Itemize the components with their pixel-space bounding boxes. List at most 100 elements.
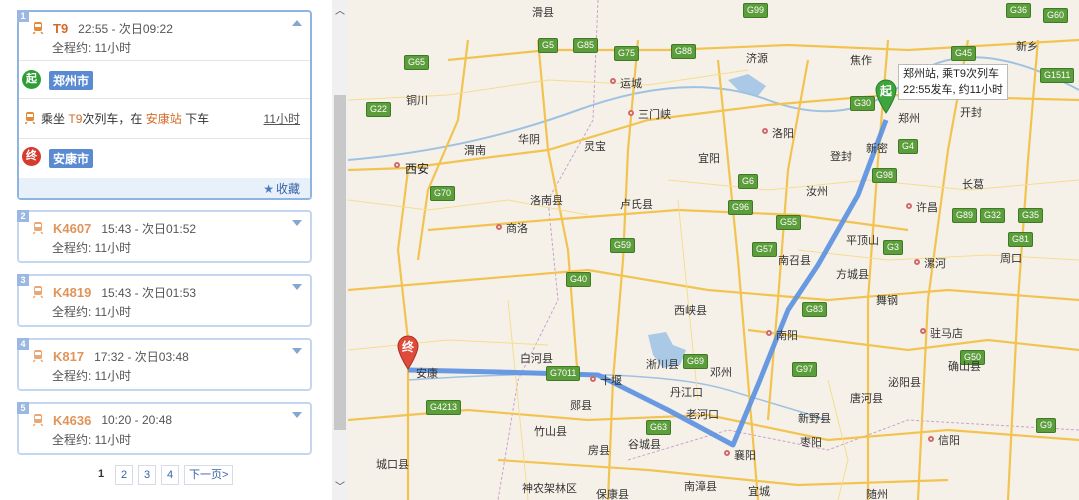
city-label[interactable]: 洛南县 [530,192,563,208]
city-label[interactable]: 登封 [830,148,852,164]
ride-duration-link[interactable]: 11小时 [264,110,300,127]
city-label[interactable]: 三门峡 [638,106,671,122]
page-2[interactable]: 2 [115,465,133,485]
train-number[interactable]: K4607 [53,221,91,236]
city-label[interactable]: 神农架林区 [522,480,577,496]
city-label[interactable]: 驻马店 [930,325,963,341]
city-label[interactable]: 新野县 [798,410,831,426]
train-number[interactable]: K4819 [53,285,91,300]
tooltip-line-2: 22:55发车, 约11小时 [903,84,1004,96]
route-line [407,119,889,448]
city-label[interactable]: 焦作 [850,52,872,68]
page-4[interactable]: 4 [161,465,179,485]
city-label[interactable]: 许昌 [916,199,938,215]
city-label[interactable]: 郧县 [570,397,592,413]
city-label[interactable]: 汝州 [806,183,828,199]
city-label[interactable]: 宜城 [748,483,770,499]
next-page-button[interactable]: 下一页> [184,465,234,485]
scroll-up-icon[interactable]: ︿ [334,6,346,18]
pagination: 1 2 3 4 下一页> [92,465,234,485]
expand-arrow-icon[interactable] [292,284,302,290]
page-3[interactable]: 3 [138,465,156,485]
city-label[interactable]: 确山县 [948,358,981,374]
train-number[interactable]: T9 [53,21,68,36]
highway-shield: G4213 [426,400,462,415]
train-number[interactable]: K817 [53,349,84,364]
expand-arrow-icon[interactable] [292,348,302,354]
city-label[interactable]: 铜川 [406,92,428,108]
city-dot [590,376,596,382]
start-city-tag[interactable]: 郑州市 [49,71,94,90]
city-label[interactable]: 西峡县 [674,302,707,318]
city-label[interactable]: 淅川县 [646,356,679,372]
city-label[interactable]: 南阳 [776,327,798,343]
favorite-button[interactable]: ★ 收藏 [263,180,300,197]
city-label[interactable]: 运城 [620,75,642,91]
city-label[interactable]: 周口 [1000,250,1022,266]
city-label[interactable]: 十堰 [600,372,622,388]
city-label[interactable]: 舞钢 [876,292,898,308]
route-card-2[interactable]: 2 K4607 15:43 - 次日01:52 全程约: 11小时 [17,210,312,263]
route-card-5[interactable]: 5 K4636 10:20 - 20:48 全程约: 11小时 [17,402,312,455]
highway-shield: G97 [792,362,818,377]
city-label[interactable]: 竹山县 [534,423,567,439]
city-label[interactable]: 卢氏县 [620,196,653,212]
city-label[interactable]: 房县 [588,442,610,458]
end-marker-label: 终 [402,340,415,354]
city-label[interactable]: 长葛 [962,176,984,192]
city-label[interactable]: 白河县 [520,350,553,366]
highway-shield: G1511 [1040,68,1075,83]
city-label[interactable]: 泌阳县 [888,374,921,390]
city-label[interactable]: 随州 [866,486,888,500]
highway-shield: G59 [610,238,636,253]
city-label[interactable]: 济源 [746,50,768,66]
city-label[interactable]: 华阴 [518,131,540,147]
city-label[interactable]: 保康县 [596,486,629,500]
city-label[interactable]: 滑县 [532,4,554,20]
highway-shield: G35 [1018,208,1044,223]
city-label[interactable]: 信阳 [938,432,960,448]
route-duration: 全程约: 11小时 [52,369,132,383]
map-view[interactable]: G5 G65 G70 G30 G40 G55 G4 G45 G59 G36 G8… [348,0,1079,500]
city-label[interactable]: 开封 [960,104,982,120]
city-label[interactable]: 老河口 [686,406,719,422]
city-label[interactable]: 襄阳 [734,447,756,463]
highway-shield: G30 [850,96,876,111]
city-label[interactable]: 郑州 [898,110,920,126]
city-label[interactable]: 宜阳 [698,150,720,166]
city-label[interactable]: 丹江口 [670,384,703,400]
route-card-3[interactable]: 3 K4819 15:43 - 次日01:53 全程约: 11小时 [17,274,312,327]
city-label[interactable]: 南召县 [778,252,811,268]
city-label[interactable]: 新密 [866,140,888,156]
city-label[interactable]: 渭南 [464,142,486,158]
city-label[interactable]: 方城县 [836,266,869,282]
city-label[interactable]: 新乡 [1016,38,1038,54]
city-label[interactable]: 商洛 [506,220,528,236]
end-city-tag[interactable]: 安康市 [49,149,94,168]
train-icon [33,350,43,362]
station-tooltip: 郑州站, 乘T9次列车 22:55发车, 约11小时 [898,64,1009,100]
city-label[interactable]: 南漳县 [684,478,717,494]
city-label[interactable]: 西安 [405,160,429,177]
collapse-arrow-icon[interactable] [292,20,302,26]
scroll-down-icon[interactable]: ﹀ [334,482,346,494]
expand-arrow-icon[interactable] [292,220,302,226]
city-label[interactable]: 洛阳 [772,125,794,141]
city-label[interactable]: 唐河县 [850,390,883,406]
route-card-4[interactable]: 4 K817 17:32 - 次日03:48 全程约: 11小时 [17,338,312,391]
city-label[interactable]: 邓州 [710,364,732,380]
city-label[interactable]: 平顶山 [846,232,879,248]
city-label[interactable]: 灵宝 [584,138,606,154]
city-label[interactable]: 漯河 [924,255,946,271]
route-card-1[interactable]: 1 T9 22:55 - 次日09:22 全程约: 11小时 起 郑州市 乘坐 … [17,10,312,200]
highway-shield: G45 [951,46,977,61]
city-label[interactable]: 枣阳 [800,434,822,450]
ride-segment: 乘坐 T9次列车，在 安康站 下车 11小时 [19,98,310,138]
scroll-thumb[interactable] [334,95,346,430]
panel-scrollbar[interactable]: ︿ ﹀ [332,0,348,500]
train-number[interactable]: K4636 [53,413,91,428]
city-label[interactable]: 城口县 [376,456,409,472]
expand-arrow-icon[interactable] [292,412,302,418]
page-1[interactable]: 1 [92,465,110,485]
city-label[interactable]: 谷城县 [628,436,661,452]
